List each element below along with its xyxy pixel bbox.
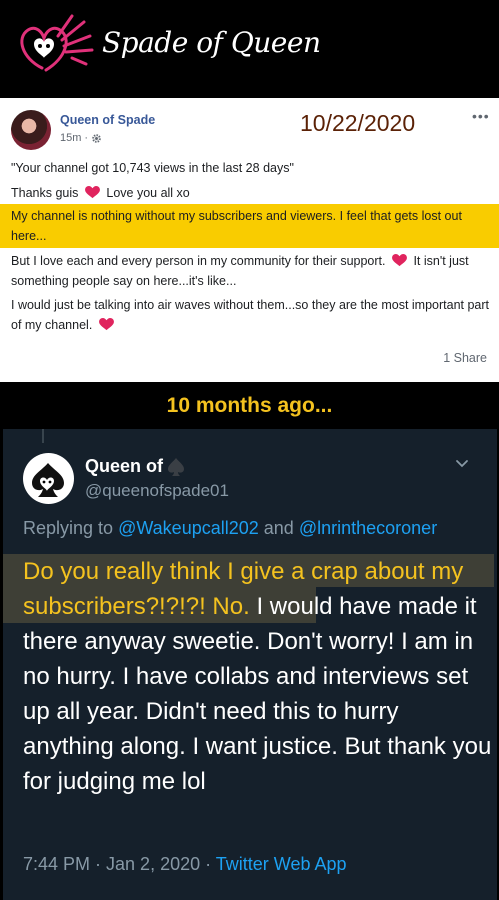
caption-text: 10 months ago... (166, 394, 333, 417)
mention-link[interactable]: @Wakeupcall202 (118, 518, 259, 538)
share-count-link[interactable]: 1 Share (443, 351, 487, 365)
highlighted-paragraph: My channel is nothing without my subscri… (11, 209, 462, 243)
spade-icon (168, 457, 185, 476)
tweet-avatar[interactable] (23, 453, 74, 504)
date-overlay: 10/22/2020 (300, 110, 416, 136)
post-time[interactable]: 15m (60, 132, 81, 144)
tweet-footer: 7:44 PM · Jan 2, 2020 · Twitter Web App (23, 854, 347, 875)
spade-queen-logo-icon (20, 14, 94, 72)
brand-banner: Spade of Queen (0, 0, 499, 98)
post-paragraph: I would just be talking into air waves w… (11, 298, 490, 332)
tweet-author-name[interactable]: Queen of (85, 456, 185, 477)
brand-title: Spade of Queen (102, 26, 321, 59)
author-name[interactable]: Queen of Spade (60, 113, 155, 127)
tweet-text: Do you really think I give a crap about … (23, 558, 492, 795)
tweet-handle[interactable]: @queenofspade01 (85, 481, 229, 501)
post-paragraph: Thanks guis Love you all xo (11, 186, 190, 200)
facebook-post-card: Queen of Spade 15m · 10/22/2020 ••• "You… (0, 98, 499, 382)
post-paragraph: "Your channel got 10,743 views in the la… (11, 161, 294, 175)
tweet-source-link[interactable]: Twitter Web App (216, 854, 347, 874)
mention-link[interactable]: @lnrinthecoroner (299, 518, 437, 538)
chevron-down-icon[interactable] (455, 457, 469, 471)
replying-to: Replying to @Wakeupcall202 and @lnrinthe… (23, 518, 438, 538)
gear-icon[interactable] (91, 133, 102, 144)
heart-emoji-icon (84, 186, 100, 199)
author-avatar[interactable] (11, 110, 51, 150)
more-options-icon[interactable]: ••• (472, 108, 490, 124)
heart-emoji-icon (98, 318, 114, 331)
tweet-card: Queen of @queenofspade01 Replying to @Wa… (3, 429, 497, 900)
heart-emoji-icon (392, 254, 407, 267)
post-meta: 15m · (60, 132, 102, 144)
post-paragraph: But I love each and every person in my c… (11, 254, 469, 288)
thread-line (42, 429, 44, 443)
spade-face-avatar-icon (32, 463, 64, 497)
tweet-timestamp[interactable]: 7:44 PM · Jan 2, 2020 · (23, 854, 211, 874)
